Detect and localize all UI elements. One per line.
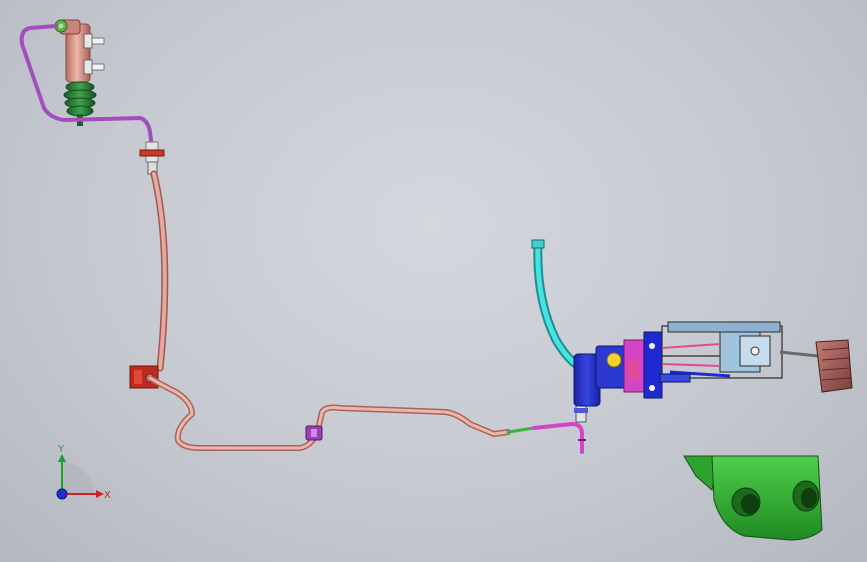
- hose-fitting[interactable]: [139, 141, 165, 175]
- pedal-pad[interactable]: [815, 339, 853, 393]
- x-axis-arrow: [96, 490, 104, 498]
- coordinate-triad: X Y: [56, 444, 111, 501]
- pipe-clip[interactable]: [305, 425, 323, 441]
- pedal-bracket[interactable]: [659, 321, 819, 383]
- z-axis-marker: [56, 488, 68, 500]
- vacuum-hose[interactable]: [533, 239, 605, 375]
- y-axis-arrow: [58, 454, 66, 462]
- graphics-viewport[interactable]: X Y: [0, 0, 867, 562]
- x-axis-label: X: [104, 490, 111, 501]
- brake-booster[interactable]: [573, 331, 663, 407]
- junction-valve[interactable]: [574, 403, 588, 423]
- y-axis-label: Y: [57, 444, 65, 455]
- green-pipe-segment[interactable]: [506, 426, 536, 434]
- model-canvas[interactable]: X Y: [0, 0, 867, 562]
- pipe-connector[interactable]: [532, 422, 584, 454]
- clutch-master-cylinder[interactable]: [54, 19, 105, 83]
- support-bracket[interactable]: [683, 455, 823, 541]
